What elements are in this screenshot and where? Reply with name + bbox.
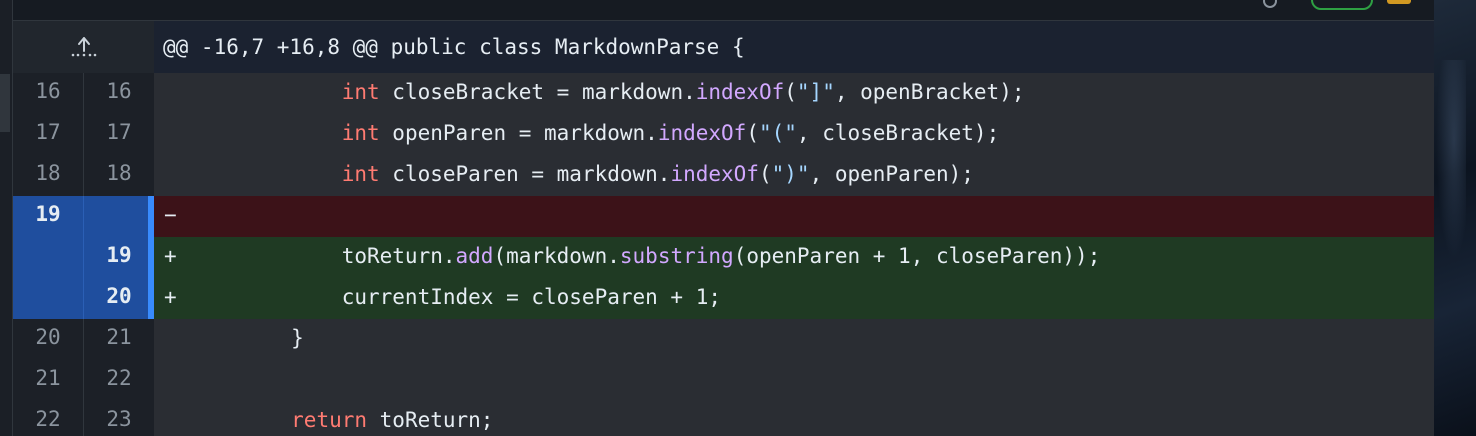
new-line-number[interactable]: 23 xyxy=(83,401,154,436)
new-line-number[interactable]: 22 xyxy=(83,360,154,401)
code-token: indexOf xyxy=(670,162,759,186)
old-line-number[interactable]: 22 xyxy=(13,401,83,436)
deleted-line[interactable]: 19 − xyxy=(13,196,1435,237)
old-line-number[interactable]: 21 xyxy=(13,360,83,401)
code-token: int xyxy=(341,121,380,145)
old-line-number[interactable]: 18 xyxy=(13,155,83,196)
code-token: toReturn. xyxy=(190,244,456,268)
code-token: indexOf xyxy=(695,80,785,104)
old-line-number[interactable] xyxy=(13,237,83,278)
code-content: currentIndex = closeParen + 1; xyxy=(190,278,721,316)
desktop-background xyxy=(1434,0,1476,436)
added-line[interactable]: 19 + toReturn.add(markdown.substring(open… xyxy=(13,237,1435,278)
old-line-number[interactable]: 16 xyxy=(13,73,83,114)
new-line-number[interactable]: 20 xyxy=(83,278,154,319)
warning-badge[interactable] xyxy=(1387,0,1411,4)
code-token: , closeBracket); xyxy=(796,121,1000,145)
code-token: (markdown. xyxy=(493,244,620,268)
code-token: indexOf xyxy=(657,121,747,145)
code-token: ( xyxy=(784,80,797,104)
code-line: } xyxy=(154,319,1435,360)
status-pill[interactable] xyxy=(1311,0,1373,10)
old-line-number[interactable] xyxy=(13,278,83,319)
new-line-number[interactable]: 17 xyxy=(83,114,154,155)
code-line: int openParen = markdown.indexOf("(", cl… xyxy=(154,114,1435,155)
code-token: openParen = markdown. xyxy=(379,121,658,145)
new-line-number[interactable] xyxy=(83,196,154,237)
file-header-bar xyxy=(13,0,1435,21)
code-token: int xyxy=(341,80,380,104)
refresh-icon[interactable] xyxy=(1263,0,1277,8)
old-line-number[interactable]: 19 xyxy=(13,196,83,237)
context-line[interactable]: 22 23 return toReturn; xyxy=(13,401,1435,436)
context-line[interactable]: 20 21 } xyxy=(13,319,1435,360)
context-line[interactable]: 18 18 int closeParen = markdown.indexOf("… xyxy=(13,155,1435,196)
code-content: int closeParen = markdown.indexOf(")", o… xyxy=(190,155,974,193)
code-token: , openBracket); xyxy=(834,80,1025,104)
diff-marker: + xyxy=(164,285,177,309)
context-line[interactable]: 17 17 int openParen = markdown.indexOf("(… xyxy=(13,114,1435,155)
code-token: } xyxy=(190,326,304,350)
code-token: ( xyxy=(746,121,759,145)
old-line-number[interactable]: 20 xyxy=(13,319,83,360)
code-token: return xyxy=(291,408,368,432)
code-token: add xyxy=(455,244,494,268)
new-line-number[interactable]: 21 xyxy=(83,319,154,360)
code-content: int openParen = markdown.indexOf("(", cl… xyxy=(190,114,1000,152)
code-token: currentIndex = closeParen + 1; xyxy=(190,285,722,309)
code-line xyxy=(154,360,1435,401)
code-token: ( xyxy=(758,162,772,186)
window-edge-notch xyxy=(0,74,10,132)
diff-view: @@ -16,7 +16,8 @@ public class MarkdownP… xyxy=(12,0,1435,436)
code-content: return toReturn; xyxy=(190,401,493,436)
code-token: int xyxy=(341,162,380,186)
new-line-number[interactable]: 18 xyxy=(83,155,154,196)
old-line-number[interactable]: 17 xyxy=(13,114,83,155)
window-edge xyxy=(0,0,12,436)
code-content: } xyxy=(190,319,304,357)
hunk-header-text: @@ -16,7 +16,8 @@ public class MarkdownP… xyxy=(154,21,1435,73)
new-line-number[interactable]: 16 xyxy=(83,73,154,114)
code-content: toReturn.add(markdown.substring(openPare… xyxy=(190,237,1101,275)
code-token: closeParen = markdown. xyxy=(379,162,671,186)
code-token: toReturn; xyxy=(367,408,494,432)
code-line: int closeParen = markdown.indexOf(")", o… xyxy=(154,155,1435,196)
code-line: − xyxy=(154,196,1435,237)
code-line: int closeBracket = markdown.indexOf("]",… xyxy=(154,73,1435,114)
context-line[interactable]: 21 22 xyxy=(13,360,1435,401)
code-token: ")" xyxy=(771,162,810,186)
context-line[interactable]: 16 16 int closeBracket = markdown.indexOf… xyxy=(13,73,1435,114)
diff-marker: + xyxy=(164,244,177,268)
new-line-number[interactable]: 19 xyxy=(83,237,154,278)
hunk-header: @@ -16,7 +16,8 @@ public class MarkdownP… xyxy=(13,21,1435,73)
code-content: int closeBracket = markdown.indexOf("]",… xyxy=(190,73,1025,111)
code-token: "]" xyxy=(796,80,835,104)
expand-up-button[interactable] xyxy=(13,21,154,73)
code-token: "(" xyxy=(758,121,797,145)
code-token: substring xyxy=(619,244,734,268)
expand-up-icon xyxy=(71,37,96,57)
diff-marker: − xyxy=(164,203,177,227)
code-line: return toReturn; xyxy=(154,401,1435,436)
code-line: + currentIndex = closeParen + 1; xyxy=(154,278,1435,319)
code-line: + toReturn.add(markdown.substring(openPa… xyxy=(154,237,1435,278)
code-token: (openParen + 1, closeParen)); xyxy=(733,244,1101,268)
code-token: closeBracket = markdown. xyxy=(379,80,696,104)
added-line[interactable]: 20 + currentIndex = closeParen + 1; xyxy=(13,278,1435,319)
code-token: , openParen); xyxy=(809,162,974,186)
